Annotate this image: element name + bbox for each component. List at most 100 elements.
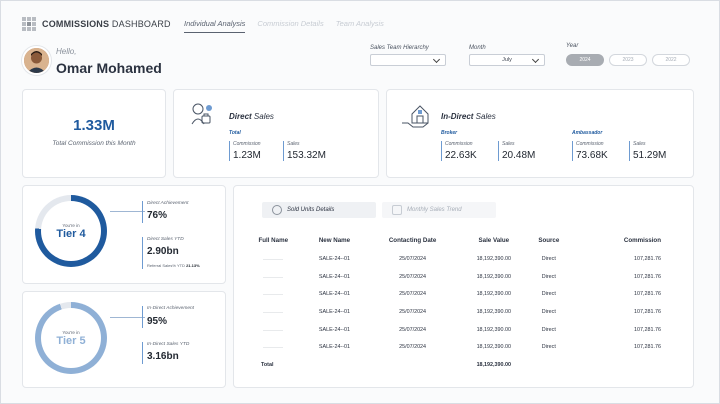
target-icon bbox=[272, 205, 282, 215]
cell-commission: 107,281.76 bbox=[634, 255, 661, 262]
app-logo: COMMISSIONS DASHBOARD bbox=[22, 17, 171, 31]
indirect-ytd-value: 3.16bn bbox=[147, 351, 179, 362]
year-2022-button[interactable]: 2022 bbox=[652, 54, 690, 66]
total-cell-contacting-date bbox=[366, 356, 460, 374]
indirect-tier-value: Tier 5 bbox=[56, 334, 86, 347]
direct-achievement-ring: You're in Tier 4 bbox=[35, 195, 107, 267]
cell-source: Direct bbox=[541, 273, 556, 280]
table-row[interactable]: .......... SALE-24--01 25/07/2024 18,192,39… bbox=[243, 268, 679, 286]
ambassador-commission-metric: Commission 73.68K bbox=[572, 141, 608, 161]
cell-source: Direct bbox=[541, 291, 556, 298]
divider bbox=[142, 201, 143, 223]
month-select[interactable]: July bbox=[469, 54, 545, 66]
direct-sales-title: Direct Sales bbox=[229, 112, 274, 121]
cell-source: Direct bbox=[541, 308, 556, 315]
col-full-name[interactable]: Full Name bbox=[243, 230, 303, 250]
col-commission[interactable]: Commission bbox=[570, 230, 679, 250]
table-row[interactable]: .......... SALE-24--01 25/07/2024 18,192,39… bbox=[243, 321, 679, 339]
cell-contacting-date: 25/07/2024 bbox=[399, 326, 427, 333]
cell-new-name: SALE-24--01 bbox=[318, 291, 351, 298]
year-2023-button[interactable]: 2023 bbox=[609, 54, 647, 66]
indirect-achievement-ring: You're in Tier 5 bbox=[35, 302, 107, 374]
cell-commission: 107,281.76 bbox=[634, 344, 661, 351]
direct-sales-metric: Sales 153.32M bbox=[283, 141, 326, 161]
table-row[interactable]: .......... SALE-24--01 25/07/2024 18,192,39… bbox=[243, 338, 679, 356]
cell-new-name: SALE-24--01 bbox=[318, 344, 351, 351]
cell-source: Direct bbox=[541, 326, 556, 333]
cell-sale-value: 18,192,390.00 bbox=[476, 291, 512, 298]
tab-sold-units-details[interactable]: Sold Units Details bbox=[262, 202, 376, 218]
total-cell-commission bbox=[570, 356, 679, 374]
referral-note: Referral Sales% YTD 21.13% bbox=[147, 263, 200, 268]
total-commission-value: 1.33M bbox=[73, 117, 115, 134]
total-cell-full-name: Total bbox=[261, 361, 274, 368]
total-cell-new-name bbox=[303, 356, 365, 374]
cell-new-name: SALE-24--01 bbox=[318, 273, 351, 280]
table-row[interactable]: .......... SALE-24--01 25/07/2024 18,192,39… bbox=[243, 285, 679, 303]
direct-sales-icon bbox=[191, 103, 212, 125]
team-filter-label: Sales Team Hierarchy bbox=[370, 45, 429, 51]
nav-tabs: Individual Analysis Commission Details T… bbox=[184, 19, 384, 33]
cell-contacting-date: 25/07/2024 bbox=[399, 255, 427, 262]
direct-ytd-value: 2.90bn bbox=[147, 246, 179, 257]
indirect-sales-title: In-Direct Sales bbox=[441, 112, 496, 121]
user-photo-icon bbox=[24, 48, 49, 73]
direct-ytd-label: Direct Sales YTD bbox=[147, 237, 184, 242]
col-new-name[interactable]: New Name bbox=[303, 230, 365, 250]
indirect-achievement-label: In-Direct Achievement bbox=[147, 306, 195, 311]
col-sale-value[interactable]: Sale Value bbox=[460, 230, 528, 250]
cell-sale-value: 18,192,390.00 bbox=[476, 326, 512, 333]
total-commission-label: Total Commission this Month bbox=[52, 140, 136, 147]
ambassador-label: Ambassador bbox=[572, 130, 603, 136]
team-select[interactable] bbox=[370, 54, 446, 66]
year-filter-label: Year bbox=[566, 43, 579, 49]
tab-monthly-sales-trend[interactable]: Monthly Sales Trend bbox=[382, 202, 496, 218]
broker-sales-metric: Sales 20.48M bbox=[498, 141, 535, 161]
direct-achievement-label: Direct Achievement bbox=[147, 201, 189, 206]
avatar bbox=[22, 46, 51, 75]
table-total-row: Total 18,192,390.00 bbox=[243, 356, 679, 374]
tab-team-analysis[interactable]: Team Analysis bbox=[336, 19, 384, 33]
cell-source: Direct bbox=[541, 344, 556, 351]
indirect-ring-center: You're in Tier 5 bbox=[41, 308, 101, 368]
cell-contacting-date: 25/07/2024 bbox=[399, 344, 427, 351]
direct-tier-value: Tier 4 bbox=[56, 227, 86, 240]
cell-contacting-date: 25/07/2024 bbox=[399, 291, 427, 298]
broker-commission-metric: Commission 22.63K bbox=[441, 141, 477, 161]
cell-contacting-date: 25/07/2024 bbox=[399, 308, 427, 315]
cell-commission: 107,281.76 bbox=[634, 291, 661, 298]
table-header-row: Full Name New Name Contacting Date Sale … bbox=[243, 230, 679, 250]
cell-commission: 107,281.76 bbox=[634, 273, 661, 280]
cell-full-name: .......... bbox=[263, 255, 284, 262]
table-row[interactable]: .......... SALE-24--01 25/07/2024 18,192,39… bbox=[243, 303, 679, 321]
user-name: Omar Mohamed bbox=[56, 60, 162, 76]
indirect-sales-card bbox=[386, 89, 694, 178]
chevron-down-icon bbox=[432, 55, 441, 64]
greeting: Hello, bbox=[56, 47, 77, 56]
broker-label: Broker bbox=[441, 130, 458, 136]
cell-source: Direct bbox=[541, 255, 556, 262]
tab-individual-analysis[interactable]: Individual Analysis bbox=[184, 19, 246, 33]
chevron-down-icon bbox=[531, 55, 540, 64]
year-2024-button[interactable]: 2024 bbox=[566, 54, 604, 66]
cell-new-name: SALE-24--01 bbox=[318, 308, 351, 315]
cell-commission: 107,281.76 bbox=[634, 308, 661, 315]
cell-new-name: SALE-24--01 bbox=[318, 255, 351, 262]
cell-full-name: .......... bbox=[263, 326, 284, 333]
col-source[interactable]: Source bbox=[528, 230, 570, 250]
indirect-ytd-label: In-Direct Sales YTD bbox=[147, 342, 190, 347]
total-cell-source bbox=[528, 356, 570, 374]
tab-commission-details[interactable]: Commission Details bbox=[257, 19, 323, 33]
direct-achievement-value: 76% bbox=[147, 210, 168, 221]
sold-units-table: Full Name New Name Contacting Date Sale … bbox=[243, 230, 679, 374]
house-hand-icon bbox=[402, 105, 429, 128]
connector-line bbox=[110, 317, 145, 318]
table-row[interactable]: .......... SALE-24--01 25/07/2024 18,192,39… bbox=[243, 250, 679, 268]
cell-sale-value: 18,192,390.00 bbox=[476, 308, 512, 315]
cell-commission: 107,281.76 bbox=[634, 326, 661, 333]
month-filter-label: Month bbox=[469, 45, 486, 51]
cell-full-name: .......... bbox=[263, 291, 284, 298]
direct-total-label: Total bbox=[229, 130, 241, 136]
col-contacting-date[interactable]: Contacting Date bbox=[366, 230, 460, 250]
cell-full-name: .......... bbox=[263, 308, 284, 315]
